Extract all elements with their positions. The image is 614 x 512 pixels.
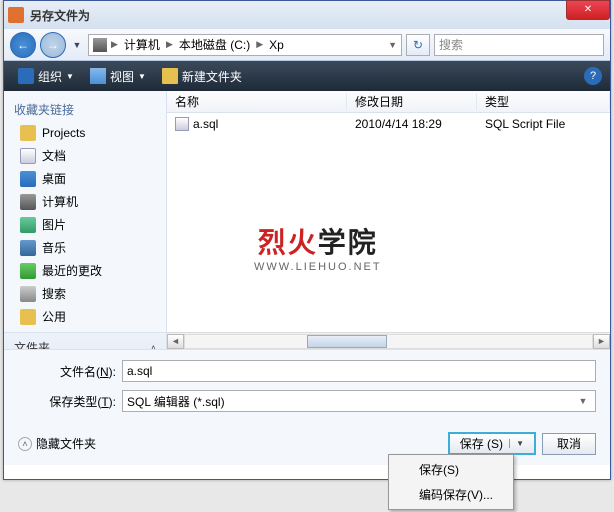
nav-history-dropdown[interactable]: ▼ bbox=[70, 34, 84, 56]
computer-icon bbox=[20, 194, 36, 210]
col-type[interactable]: 类型 bbox=[477, 93, 610, 110]
dialog-body: 收藏夹链接 Projects 文档 桌面 计算机 图片 音乐 最近的更改 搜索 … bbox=[4, 91, 610, 349]
file-list-header[interactable]: 名称 修改日期 类型 bbox=[167, 91, 610, 113]
chevron-down-icon: ▼ bbox=[138, 72, 146, 81]
sidebar-item-public[interactable]: 公用 bbox=[4, 305, 166, 328]
document-icon bbox=[20, 148, 36, 164]
save-split-button[interactable]: 保存 (S) ▼ bbox=[448, 432, 536, 455]
sidebar-item-desktop[interactable]: 桌面 bbox=[4, 167, 166, 190]
sidebar-item-projects[interactable]: Projects bbox=[4, 122, 166, 144]
toolbar: 组织 ▼ 视图 ▼ 新建文件夹 ? bbox=[4, 61, 610, 91]
chevron-right-icon: ▶ bbox=[111, 39, 118, 50]
address-dropdown-icon[interactable]: ▼ bbox=[388, 40, 397, 50]
close-button[interactable]: ✕ bbox=[566, 0, 610, 20]
sidebar-item-computer[interactable]: 计算机 bbox=[4, 190, 166, 213]
chevron-down-icon: ▼ bbox=[575, 396, 591, 406]
chevron-up-icon: ˄ bbox=[151, 343, 156, 350]
chevron-down-icon: ▼ bbox=[66, 72, 74, 81]
chevron-down-icon[interactable]: ▼ bbox=[509, 439, 524, 448]
breadcrumb-folder[interactable]: Xp bbox=[267, 38, 286, 52]
view-icon bbox=[90, 68, 106, 84]
forward-button[interactable]: → bbox=[40, 32, 66, 58]
filename-input[interactable] bbox=[122, 360, 596, 382]
scroll-track[interactable] bbox=[184, 334, 593, 349]
breadcrumb-drive[interactable]: 本地磁盘 (C:) bbox=[177, 36, 252, 53]
new-folder-label: 新建文件夹 bbox=[182, 68, 242, 85]
menu-item-encode-save[interactable]: 编码保存(V)... bbox=[391, 482, 511, 507]
computer-icon bbox=[93, 38, 107, 52]
scroll-thumb[interactable] bbox=[307, 335, 387, 348]
organize-button[interactable]: 组织 ▼ bbox=[12, 66, 80, 87]
hide-folders-toggle[interactable]: ˄ 隐藏文件夹 bbox=[18, 435, 96, 452]
sidebar-item-recent[interactable]: 最近的更改 bbox=[4, 259, 166, 282]
cancel-button[interactable]: 取消 bbox=[542, 433, 596, 455]
folders-tree-toggle[interactable]: 文件夹 ˄ bbox=[4, 332, 166, 349]
view-button[interactable]: 视图 ▼ bbox=[84, 66, 152, 87]
music-icon bbox=[20, 240, 36, 256]
desktop-icon bbox=[20, 171, 36, 187]
sidebar: 收藏夹链接 Projects 文档 桌面 计算机 图片 音乐 最近的更改 搜索 … bbox=[4, 91, 167, 349]
help-button[interactable]: ? bbox=[584, 67, 602, 85]
recent-icon bbox=[20, 263, 36, 279]
menu-item-save[interactable]: 保存(S) bbox=[391, 457, 511, 482]
sidebar-item-search[interactable]: 搜索 bbox=[4, 282, 166, 305]
search-input[interactable]: 搜索 bbox=[434, 34, 604, 56]
address-bar[interactable]: ▶ 计算机 ▶ 本地磁盘 (C:) ▶ Xp ▼ bbox=[88, 34, 402, 56]
file-row[interactable]: a.sql 2010/4/14 18:29 SQL Script File bbox=[167, 113, 610, 135]
breadcrumb-computer[interactable]: 计算机 bbox=[122, 36, 162, 53]
chevron-right-icon: ▶ bbox=[166, 39, 173, 50]
pictures-icon bbox=[20, 217, 36, 233]
nav-bar: ← → ▼ ▶ 计算机 ▶ 本地磁盘 (C:) ▶ Xp ▼ ↻ 搜索 bbox=[4, 29, 610, 61]
scroll-left-button[interactable]: ◄ bbox=[167, 334, 184, 349]
col-name[interactable]: 名称 bbox=[167, 93, 347, 110]
refresh-button[interactable]: ↻ bbox=[406, 34, 430, 56]
filetype-label: 保存类型(T): bbox=[18, 393, 122, 410]
save-dropdown-menu: 保存(S) 编码保存(V)... bbox=[388, 454, 514, 510]
folder-icon bbox=[20, 309, 36, 325]
sidebar-header: 收藏夹链接 bbox=[4, 97, 166, 122]
app-icon bbox=[8, 7, 24, 23]
organize-icon bbox=[18, 68, 34, 84]
chevron-up-icon: ˄ bbox=[18, 437, 32, 451]
search-icon bbox=[20, 286, 36, 302]
back-button[interactable]: ← bbox=[10, 32, 36, 58]
horizontal-scrollbar[interactable]: ◄ ► bbox=[167, 332, 610, 349]
form-area: 文件名(N): 保存类型(T): SQL 编辑器 (*.sql) ▼ bbox=[4, 349, 610, 426]
scroll-right-button[interactable]: ► bbox=[593, 334, 610, 349]
file-list: 名称 修改日期 类型 a.sql 2010/4/14 18:29 SQL Scr… bbox=[167, 91, 610, 349]
footer: ˄ 隐藏文件夹 保存 (S) ▼ 取消 保存(S) 编码保存(V)... bbox=[4, 426, 610, 465]
chevron-right-icon: ▶ bbox=[256, 39, 263, 50]
view-label: 视图 bbox=[110, 68, 134, 85]
col-date[interactable]: 修改日期 bbox=[347, 93, 477, 110]
new-folder-icon bbox=[162, 68, 178, 84]
new-folder-button[interactable]: 新建文件夹 bbox=[156, 66, 248, 87]
titlebar[interactable]: 另存文件为 ✕ bbox=[4, 1, 610, 29]
window-title: 另存文件为 bbox=[30, 7, 90, 24]
filetype-combo[interactable]: SQL 编辑器 (*.sql) ▼ bbox=[122, 390, 596, 412]
save-as-dialog: 另存文件为 ✕ ← → ▼ ▶ 计算机 ▶ 本地磁盘 (C:) ▶ Xp ▼ ↻… bbox=[3, 0, 611, 480]
filename-label: 文件名(N): bbox=[18, 363, 122, 380]
folder-icon bbox=[20, 125, 36, 141]
organize-label: 组织 bbox=[38, 68, 62, 85]
sidebar-item-documents[interactable]: 文档 bbox=[4, 144, 166, 167]
sidebar-item-music[interactable]: 音乐 bbox=[4, 236, 166, 259]
sidebar-item-pictures[interactable]: 图片 bbox=[4, 213, 166, 236]
sql-file-icon bbox=[175, 117, 189, 131]
